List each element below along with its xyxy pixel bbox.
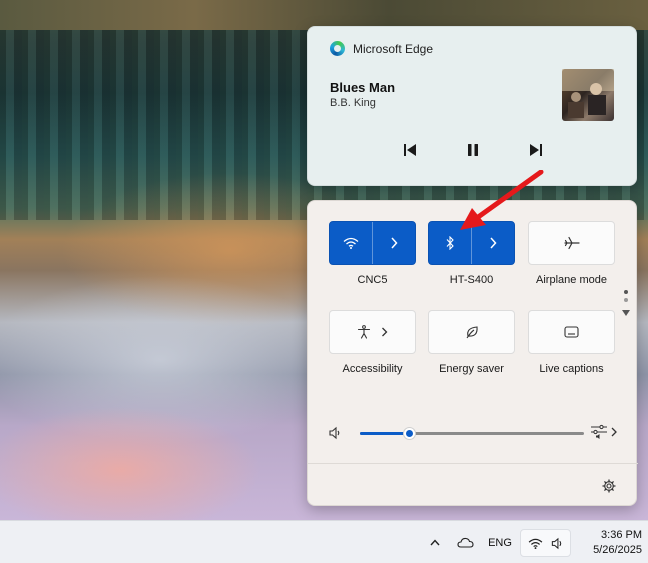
taskbar-clock[interactable]: 3:36 PM 5/26/2025 (584, 528, 642, 558)
volume-row (328, 423, 623, 443)
chevron-right-icon (391, 237, 398, 249)
airplane-mode-icon-wrap (529, 222, 614, 264)
page-dot-1[interactable] (624, 290, 628, 294)
leaf-icon (466, 326, 478, 339)
wifi-icon (343, 237, 359, 249)
clock-time: 3:36 PM (601, 529, 642, 541)
next-track-button[interactable] (524, 138, 548, 162)
media-title: Blues Man (330, 80, 396, 95)
pause-button[interactable] (461, 138, 485, 162)
live-captions-icon-wrap (529, 311, 614, 353)
taskbar: ENG 3:36 PM 5/26/2025 (0, 520, 648, 563)
volume-slider-fill (360, 432, 409, 435)
energy-saver-tile-label: Energy saver (439, 363, 504, 375)
accessibility-tile-content (330, 311, 415, 353)
gear-icon (602, 479, 616, 493)
panel-divider (308, 463, 638, 464)
live-captions-tile[interactable] (528, 310, 615, 354)
edge-icon (330, 41, 345, 56)
quick-settings-panel: CNC5 HT-S400 Airplane mode Accessibility… (307, 200, 638, 506)
live-captions-tile-label: Live captions (539, 363, 604, 375)
bluetooth-tile-label: HT-S400 (449, 274, 494, 286)
wifi-toggle[interactable] (330, 222, 373, 264)
wifi-tile-label: CNC5 (357, 274, 388, 286)
input-language-button[interactable]: ENG (484, 521, 516, 563)
speaker-icon (551, 537, 562, 550)
chevron-up-icon (430, 539, 440, 546)
bluetooth-icon (446, 236, 454, 250)
media-source: Microsoft Edge (330, 41, 433, 56)
energy-saver-icon-wrap (429, 311, 514, 353)
audio-output-button[interactable] (590, 424, 617, 440)
pause-icon (468, 144, 478, 156)
airplane-mode-tile[interactable] (528, 221, 615, 265)
onedrive-button[interactable] (453, 521, 477, 563)
energy-saver-tile[interactable] (428, 310, 515, 354)
page-dot-2[interactable] (624, 298, 628, 302)
accessibility-tile-label: Accessibility (342, 363, 403, 375)
accessibility-tile[interactable] (329, 310, 416, 354)
media-control-card: Microsoft Edge Blues Man B.B. King (307, 26, 637, 186)
speaker-icon[interactable] (328, 426, 342, 440)
previous-track-button[interactable] (398, 138, 422, 162)
chevron-right-icon (490, 237, 497, 249)
page-indicator[interactable] (622, 290, 630, 316)
album-art (562, 69, 614, 121)
chevron-right-icon (611, 427, 617, 437)
show-hidden-icons-button[interactable] (424, 521, 446, 563)
media-artist: B.B. King (330, 97, 376, 109)
wifi-expand-button[interactable] (373, 222, 415, 264)
previous-track-icon (404, 144, 416, 156)
chevron-right-icon (382, 327, 388, 337)
accessibility-icon (357, 325, 371, 339)
volume-slider[interactable] (360, 427, 584, 440)
airplane-icon (563, 236, 580, 250)
scroll-down-icon[interactable] (622, 310, 630, 316)
bluetooth-expand-button[interactable] (472, 222, 514, 264)
network-volume-tray[interactable] (520, 529, 571, 557)
settings-button[interactable] (600, 477, 618, 495)
wifi-icon (528, 538, 543, 549)
captions-icon (564, 326, 579, 338)
airplane-mode-tile-label: Airplane mode (536, 274, 607, 286)
volume-slider-thumb[interactable] (403, 427, 416, 440)
clock-date: 5/26/2025 (593, 544, 642, 556)
wifi-tile[interactable] (329, 221, 416, 265)
cloud-icon (456, 537, 474, 548)
media-app-name: Microsoft Edge (353, 41, 434, 56)
media-controls (398, 138, 548, 162)
bluetooth-tile[interactable] (428, 221, 515, 265)
bluetooth-toggle[interactable] (429, 222, 472, 264)
audio-output-icon (591, 424, 607, 439)
next-track-icon (530, 144, 542, 156)
